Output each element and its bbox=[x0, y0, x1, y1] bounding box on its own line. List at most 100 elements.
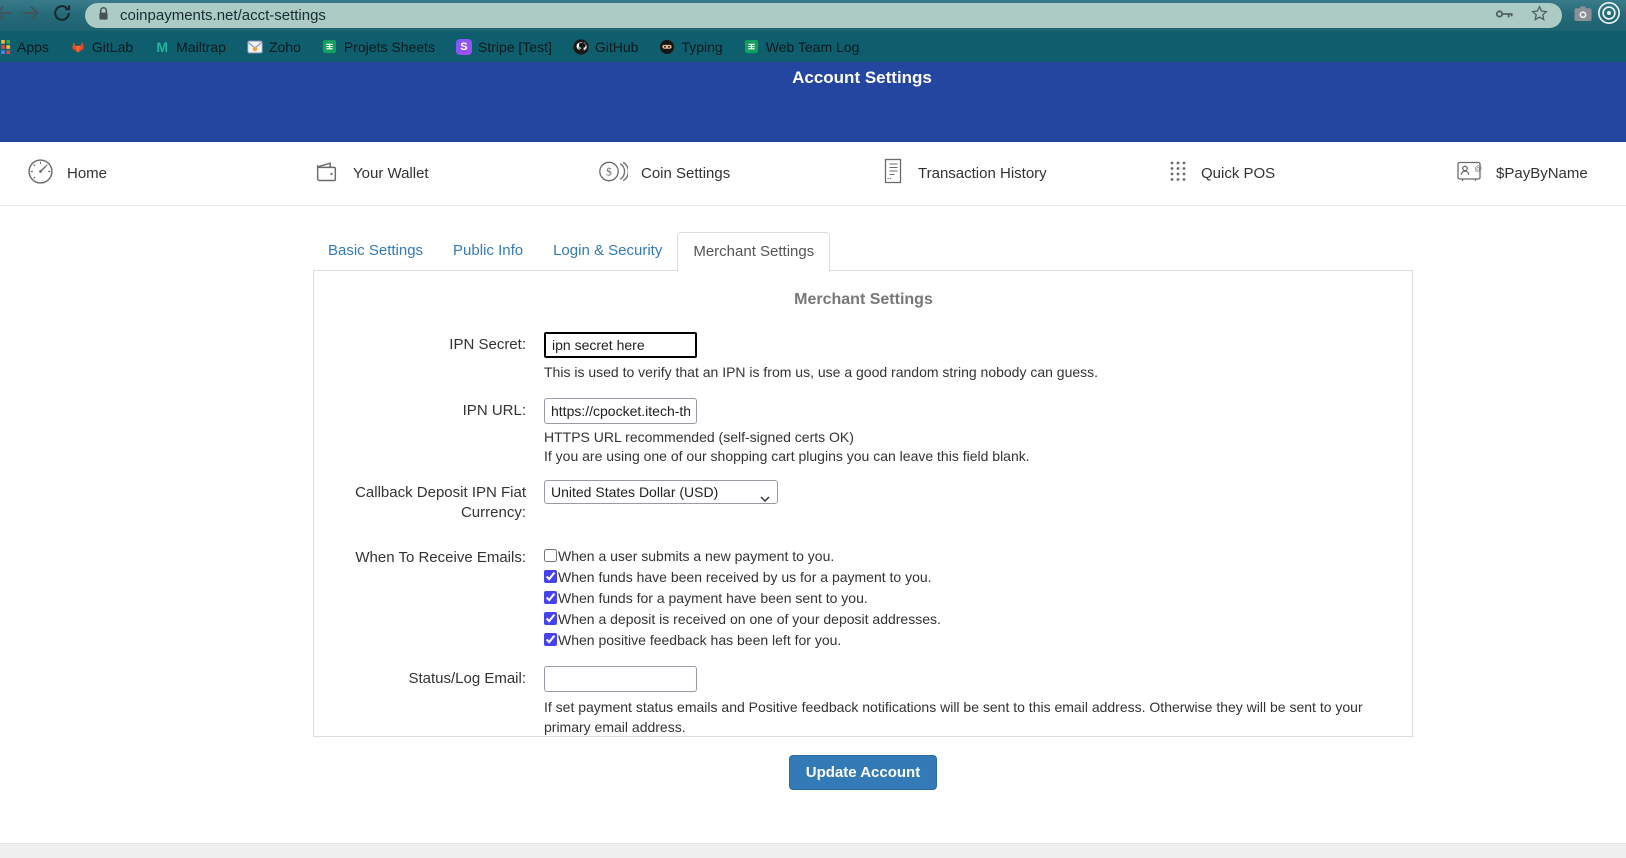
typing-icon bbox=[659, 39, 675, 55]
bookmark-label: Zoho bbox=[269, 39, 301, 55]
forward-icon bbox=[19, 2, 41, 29]
merchant-settings-form: IPN Secret: This is used to verify that … bbox=[329, 332, 1398, 737]
browser-profile-button[interactable] bbox=[1596, 3, 1622, 29]
url-text[interactable]: coinpayments.net/acct-settings bbox=[120, 7, 326, 24]
update-account-button[interactable]: Update Account bbox=[789, 755, 937, 790]
status-email-input[interactable] bbox=[544, 666, 697, 692]
idcard-icon: @ bbox=[1455, 158, 1483, 189]
refresh-button[interactable] bbox=[49, 3, 75, 29]
emails-label: When To Receive Emails: bbox=[329, 545, 526, 650]
fiat-currency-select[interactable]: United States Dollar (USD) bbox=[544, 480, 778, 504]
svg-text:$: $ bbox=[606, 165, 612, 178]
bookmark-apps[interactable]: Apps bbox=[0, 39, 49, 55]
email-option-checkbox-2[interactable] bbox=[544, 591, 557, 604]
bookmark-label: Projets Sheets bbox=[344, 39, 435, 55]
merchant-settings-panel: Merchant Settings IPN Secret: This is us… bbox=[313, 270, 1413, 737]
main-navigation: Home Your Wallet $ Coin Settings Transac… bbox=[0, 142, 1626, 206]
nav-item-quick-pos[interactable]: Quick POS bbox=[1168, 142, 1275, 205]
ipn-secret-input[interactable] bbox=[544, 332, 697, 358]
nav-item-paybyname[interactable]: @ $PayByName bbox=[1455, 142, 1588, 205]
bookmarks-bar: Apps GitLab M Mailtrap Zoho Projets Shee… bbox=[0, 31, 1626, 62]
bookmark-stripe[interactable]: S Stripe [Test] bbox=[456, 39, 552, 55]
bookmark-zoho[interactable]: Zoho bbox=[247, 39, 301, 55]
stripe-icon: S bbox=[456, 39, 472, 55]
settings-tabs: Basic Settings Public Info Login & Secur… bbox=[313, 232, 830, 271]
ipn-url-label: IPN URL: bbox=[329, 398, 526, 467]
bookmark-gitlab[interactable]: GitLab bbox=[70, 39, 133, 55]
bookmark-mailtrap[interactable]: M Mailtrap bbox=[154, 39, 226, 55]
receipt-icon bbox=[881, 157, 905, 190]
wallet-icon bbox=[313, 158, 340, 190]
update-row: Update Account bbox=[313, 755, 1413, 790]
nav-label: $PayByName bbox=[1496, 165, 1588, 182]
nav-label: Quick POS bbox=[1201, 165, 1275, 182]
nav-item-your-wallet[interactable]: Your Wallet bbox=[313, 142, 429, 205]
nav-label: Home bbox=[67, 165, 107, 182]
email-option-row: When funds for a payment have been sent … bbox=[544, 587, 1398, 608]
bookmark-label: Stripe [Test] bbox=[478, 39, 552, 55]
ipn-url-input[interactable] bbox=[544, 398, 697, 424]
bookmark-projets-sheets[interactable]: Projets Sheets bbox=[322, 39, 435, 55]
sheets-icon bbox=[322, 39, 338, 55]
gauge-icon bbox=[27, 158, 54, 190]
email-option-checkbox-1[interactable] bbox=[544, 570, 557, 583]
tab-login-security[interactable]: Login & Security bbox=[538, 232, 677, 271]
email-option-row: When funds have been received by us for … bbox=[544, 566, 1398, 587]
tab-basic-settings[interactable]: Basic Settings bbox=[313, 232, 438, 271]
email-option-checkbox-4[interactable] bbox=[544, 633, 557, 646]
page-title: Account Settings bbox=[792, 68, 932, 88]
email-option-checkbox-0[interactable] bbox=[544, 549, 557, 562]
address-bar[interactable]: coinpayments.net/acct-settings bbox=[85, 3, 1562, 28]
github-icon bbox=[573, 39, 589, 55]
email-option-label: When funds have been received by us for … bbox=[558, 569, 932, 585]
ipn-secret-row: IPN Secret: This is used to verify that … bbox=[329, 332, 1398, 383]
forward-button[interactable] bbox=[17, 3, 43, 29]
email-option-row: When positive feedback has been left for… bbox=[544, 629, 1398, 650]
bookmark-github[interactable]: GitHub bbox=[573, 39, 639, 55]
status-email-label: Status/Log Email: bbox=[329, 666, 526, 737]
bookmark-label: Web Team Log bbox=[766, 39, 860, 55]
coins-icon: $ bbox=[598, 158, 628, 190]
status-email-help: If set payment status emails and Positiv… bbox=[544, 698, 1398, 737]
keypad-icon bbox=[1168, 158, 1188, 189]
tab-merchant-settings[interactable]: Merchant Settings bbox=[677, 232, 830, 272]
email-option-checkbox-3[interactable] bbox=[544, 612, 557, 625]
nav-item-home[interactable]: Home bbox=[27, 142, 107, 205]
key-icon[interactable] bbox=[1495, 7, 1515, 25]
svg-text:@: @ bbox=[1475, 164, 1483, 173]
sheets-icon bbox=[744, 39, 760, 55]
zoho-icon bbox=[247, 39, 263, 55]
nav-label: Coin Settings bbox=[641, 165, 730, 182]
panel-title: Merchant Settings bbox=[329, 291, 1398, 309]
email-option-row: When a user submits a new payment to you… bbox=[544, 545, 1398, 566]
browser-toolbar: coinpayments.net/acct-settings bbox=[0, 0, 1626, 31]
email-option-label: When funds for a payment have been sent … bbox=[558, 590, 868, 606]
browser-window: coinpayments.net/acct-settings bbox=[0, 0, 1626, 858]
ipn-secret-help: This is used to verify that an IPN is fr… bbox=[544, 363, 1398, 383]
nav-item-coin-settings[interactable]: $ Coin Settings bbox=[598, 142, 730, 205]
email-option-row: When a deposit is received on one of you… bbox=[544, 608, 1398, 629]
back-button[interactable] bbox=[0, 3, 17, 29]
bookmark-label: GitHub bbox=[595, 39, 639, 55]
lock-icon bbox=[97, 5, 110, 27]
email-option-label: When a deposit is received on one of you… bbox=[558, 611, 941, 627]
back-icon bbox=[0, 2, 15, 29]
bookmark-label: Typing bbox=[681, 39, 722, 55]
screenshot-extension-button[interactable] bbox=[1570, 3, 1596, 29]
tab-public-info[interactable]: Public Info bbox=[438, 232, 538, 271]
email-option-label: When a user submits a new payment to you… bbox=[558, 548, 834, 564]
bookmark-web-team-log[interactable]: Web Team Log bbox=[744, 39, 860, 55]
mailtrap-icon: M bbox=[154, 39, 170, 55]
camera-icon bbox=[1573, 5, 1593, 27]
apps-grid-icon bbox=[0, 39, 11, 55]
nav-label: Transaction History bbox=[918, 165, 1047, 182]
gitlab-icon bbox=[70, 39, 86, 55]
fiat-currency-label: Callback Deposit IPN Fiat Currency: bbox=[329, 480, 526, 524]
ipn-url-row: IPN URL: HTTPS URL recommended (self-sig… bbox=[329, 398, 1398, 467]
email-option-label: When positive feedback has been left for… bbox=[558, 632, 841, 648]
fiat-currency-row: Callback Deposit IPN Fiat Currency: Unit… bbox=[329, 480, 1398, 524]
nav-item-transaction-history[interactable]: Transaction History bbox=[881, 142, 1047, 205]
bookmark-typing[interactable]: Typing bbox=[659, 39, 722, 55]
refresh-icon bbox=[52, 3, 72, 28]
star-icon[interactable] bbox=[1531, 5, 1548, 27]
